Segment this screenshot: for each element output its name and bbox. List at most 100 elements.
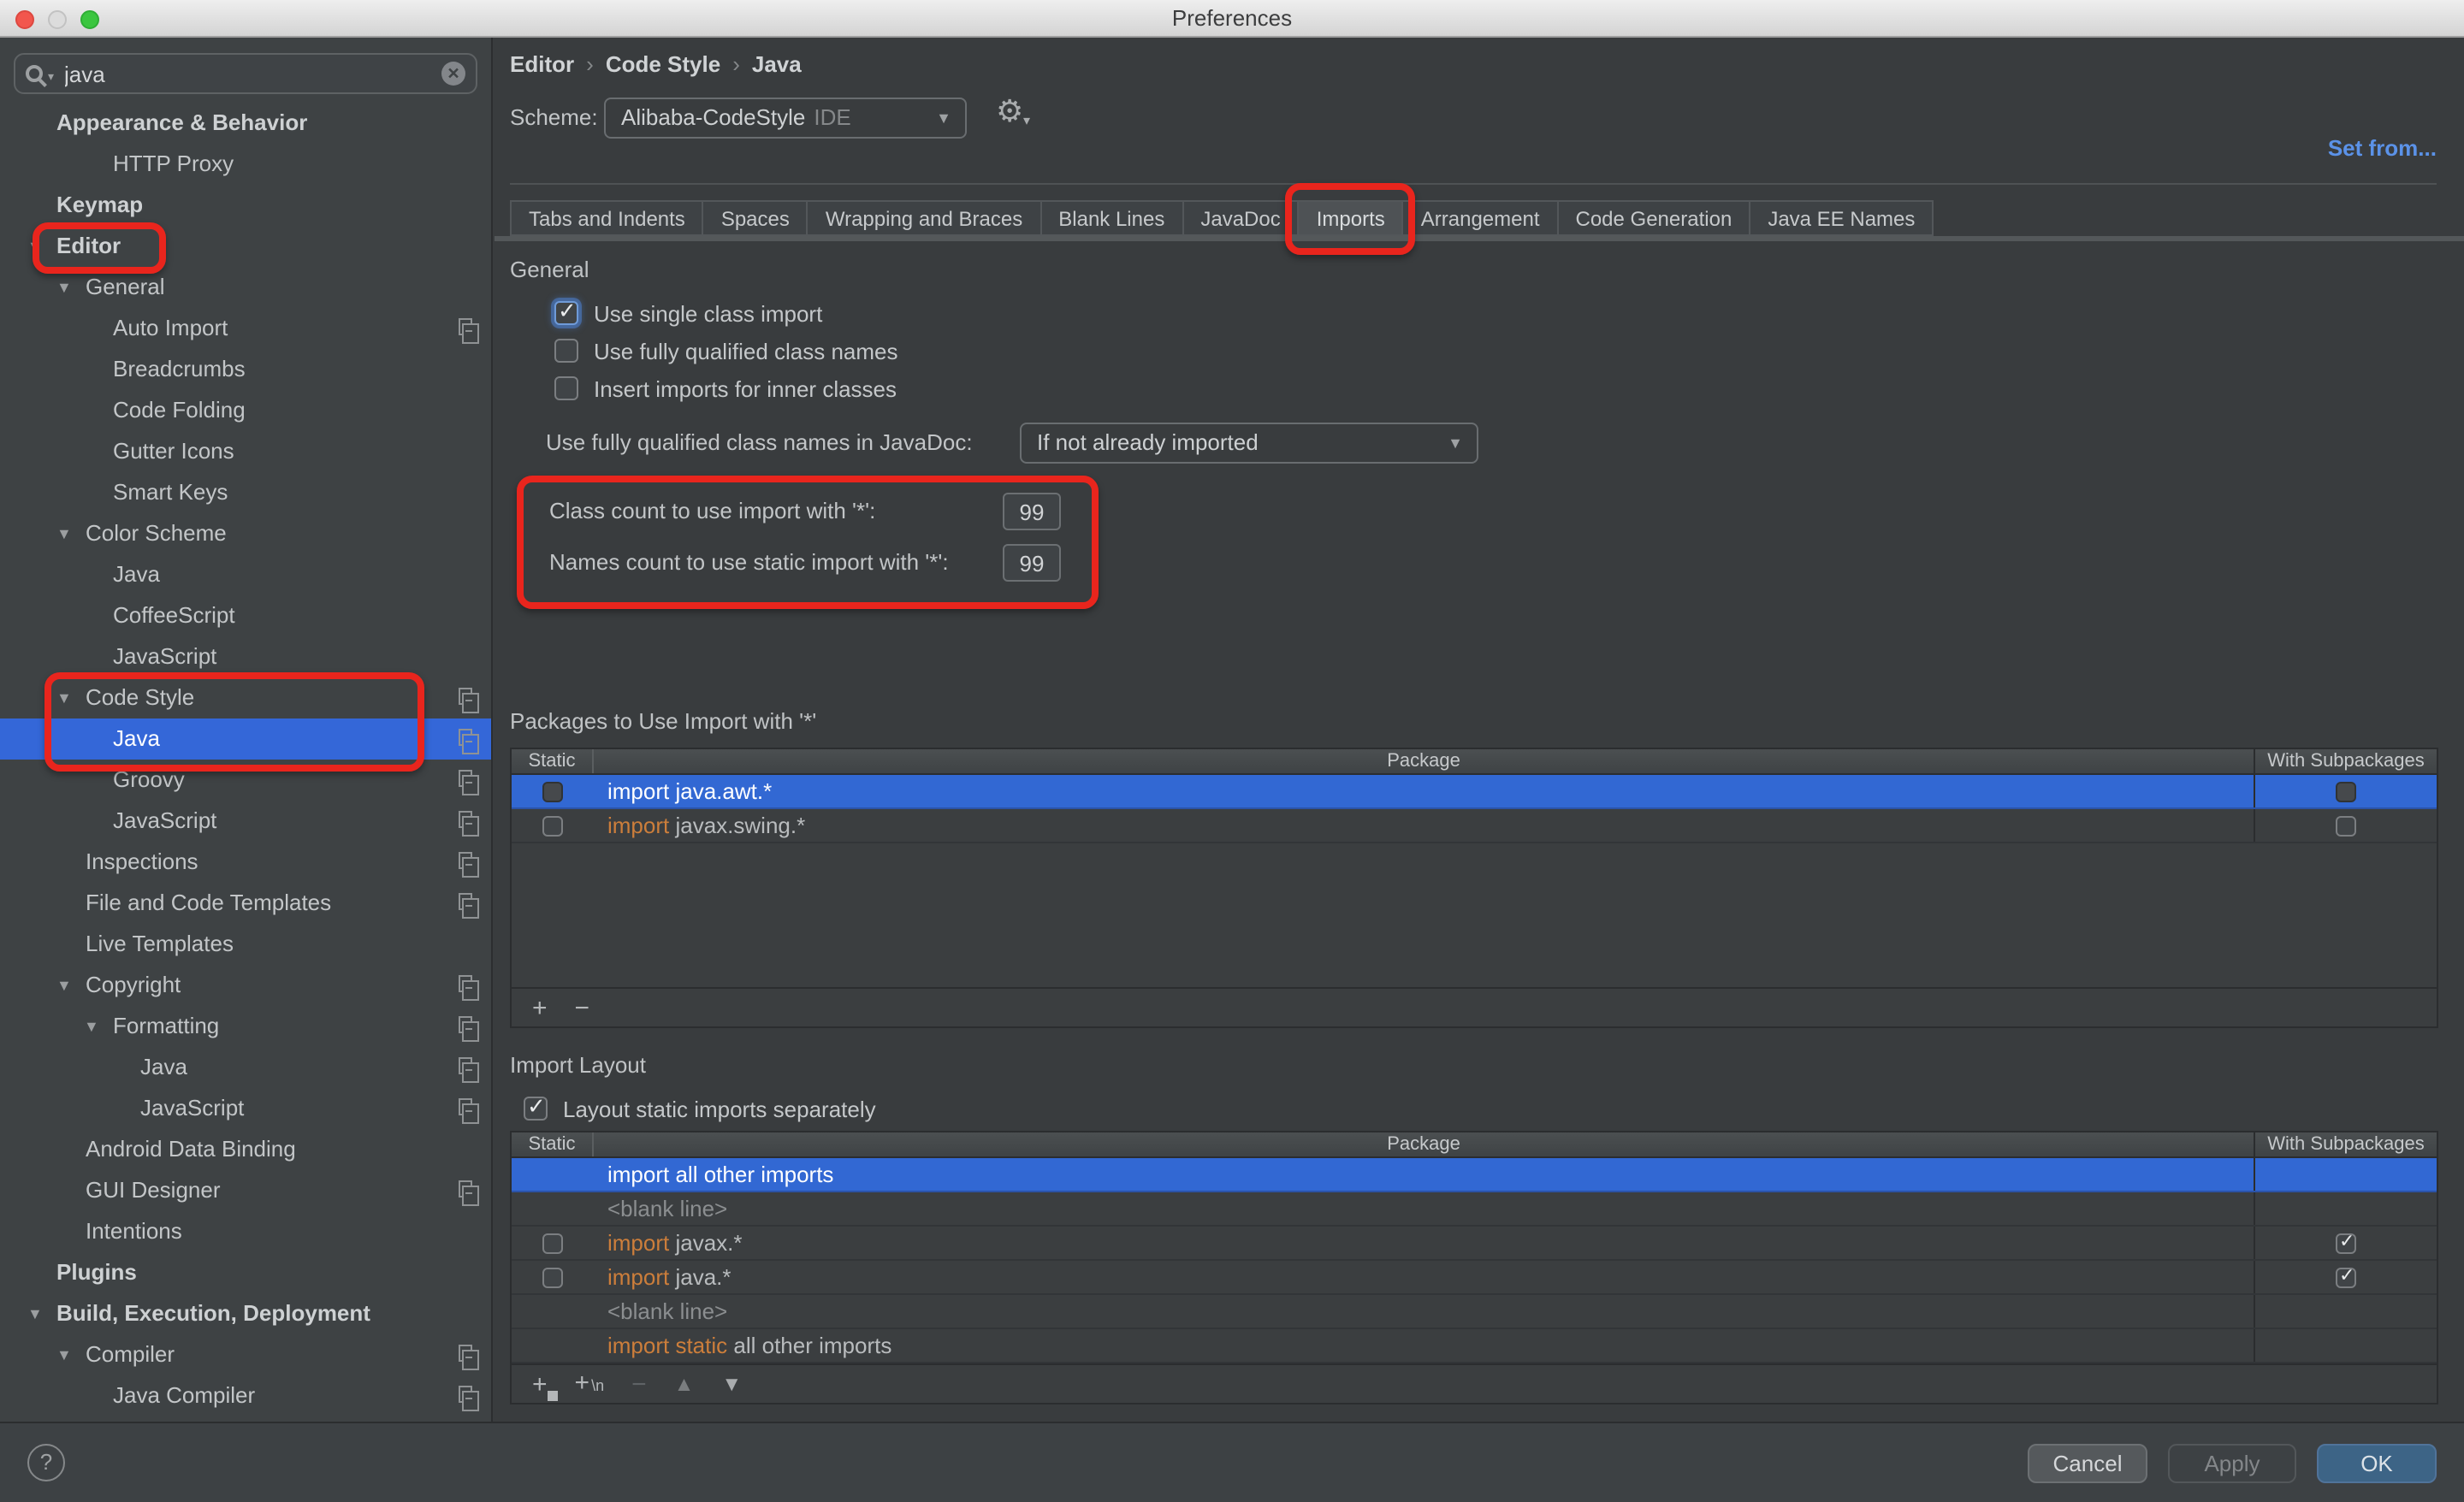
general-checkbox-row[interactable]: Insert imports for inner classes bbox=[554, 370, 897, 407]
cancel-button[interactable]: Cancel bbox=[2028, 1444, 2147, 1483]
sidebar-item-gui-designer[interactable]: GUI Designer bbox=[0, 1170, 491, 1211]
sidebar-item-compiler[interactable]: ▼Compiler bbox=[0, 1334, 491, 1375]
sidebar-item-copyright[interactable]: ▼Copyright bbox=[0, 965, 491, 1006]
move-up-icon[interactable]: ▲ bbox=[674, 1371, 695, 1397]
sidebar-item-general[interactable]: ▼General bbox=[0, 267, 491, 308]
class-count-input[interactable] bbox=[1003, 493, 1061, 530]
sidebar-item-android-data-binding[interactable]: Android Data Binding bbox=[0, 1129, 491, 1170]
breadcrumb-item[interactable]: Editor bbox=[510, 51, 574, 77]
tree-expand-arrow-icon[interactable]: ▼ bbox=[84, 1006, 99, 1047]
tree-expand-arrow-icon[interactable]: ▼ bbox=[56, 513, 72, 554]
tab-arrangement[interactable]: Arrangement bbox=[1402, 200, 1559, 236]
sidebar-item-appearance-behavior[interactable]: Appearance & Behavior bbox=[0, 103, 491, 144]
sidebar-item-java[interactable]: Java bbox=[0, 1047, 491, 1088]
static-checkbox[interactable] bbox=[542, 1267, 563, 1287]
remove-icon[interactable]: − bbox=[575, 995, 590, 1020]
sidebar-item-groovy[interactable]: Groovy bbox=[0, 760, 491, 801]
breadcrumb-item[interactable]: Code Style bbox=[606, 51, 720, 77]
use-fully-qualified-class-names-checkbox[interactable] bbox=[554, 339, 578, 363]
help-button[interactable]: ? bbox=[27, 1444, 65, 1481]
settings-search-box[interactable]: ▾ ✕ bbox=[14, 53, 477, 94]
window-title: Preferences bbox=[0, 0, 2464, 38]
remove-icon[interactable]: − bbox=[631, 1371, 647, 1397]
general-checkbox-row[interactable]: Use fully qualified class names bbox=[554, 332, 898, 370]
sidebar-item-breadcrumbs[interactable]: Breadcrumbs bbox=[0, 349, 491, 390]
names-count-input[interactable] bbox=[1003, 544, 1061, 582]
tab-imports[interactable]: Imports bbox=[1298, 200, 1404, 236]
static-checkbox[interactable] bbox=[542, 815, 563, 836]
scheme-gear-icon[interactable]: ⚙ bbox=[996, 94, 1023, 130]
tab-tabs-and-indents[interactable]: Tabs and Indents bbox=[510, 200, 704, 236]
tree-expand-arrow-icon[interactable]: ▼ bbox=[56, 267, 72, 308]
use-single-class-import-checkbox[interactable] bbox=[554, 301, 578, 325]
table-row[interactable]: import java.awt.* bbox=[512, 775, 2437, 809]
set-from-link[interactable]: Set from... bbox=[2328, 135, 2437, 161]
table-row[interactable]: import all other imports bbox=[512, 1158, 2437, 1192]
sidebar-item-label: Plugins bbox=[0, 1252, 137, 1293]
sidebar-item-code-style[interactable]: ▼Code Style bbox=[0, 677, 491, 718]
table-row[interactable]: import javax.swing.* bbox=[512, 809, 2437, 843]
sidebar-item-code-folding[interactable]: Code Folding bbox=[0, 390, 491, 431]
add-package-icon[interactable]: + bbox=[532, 1371, 548, 1397]
sidebar-item-keymap[interactable]: Keymap bbox=[0, 185, 491, 226]
sidebar-item-javascript[interactable]: JavaScript bbox=[0, 1088, 491, 1129]
apply-button[interactable]: Apply bbox=[2168, 1444, 2296, 1483]
sidebar-item-editor[interactable]: ▼Editor bbox=[0, 226, 491, 267]
table-row[interactable]: import static all other imports bbox=[512, 1329, 2437, 1363]
insert-imports-for-inner-classes-checkbox[interactable] bbox=[554, 376, 578, 400]
sidebar-item-coffeescript[interactable]: CoffeeScript bbox=[0, 595, 491, 636]
tree-expand-arrow-icon[interactable]: ▼ bbox=[56, 965, 72, 1006]
tab-wrapping-and-braces[interactable]: Wrapping and Braces bbox=[807, 200, 1041, 236]
sidebar-item-build-execution-deployment[interactable]: ▼Build, Execution, Deployment bbox=[0, 1293, 491, 1334]
javadoc-select[interactable]: If not already imported ▼ bbox=[1020, 423, 1478, 464]
static-checkbox[interactable] bbox=[542, 781, 563, 801]
ok-button[interactable]: OK bbox=[2317, 1444, 2437, 1483]
table-row[interactable]: <blank line> bbox=[512, 1192, 2437, 1227]
with-subpackages-checkbox[interactable] bbox=[2336, 815, 2356, 836]
sidebar-item-intentions[interactable]: Intentions bbox=[0, 1211, 491, 1252]
tree-expand-arrow-icon[interactable]: ▼ bbox=[27, 226, 43, 267]
tree-expand-arrow-icon[interactable]: ▼ bbox=[56, 1334, 72, 1375]
with-subpackages-checkbox[interactable] bbox=[2336, 781, 2356, 801]
search-options-chevron-icon[interactable]: ▾ bbox=[48, 70, 54, 84]
sidebar-item-java-compiler[interactable]: Java Compiler bbox=[0, 1375, 491, 1416]
search-input[interactable] bbox=[64, 61, 441, 86]
tab-javadoc[interactable]: JavaDoc bbox=[1182, 200, 1299, 236]
sidebar-item-plugins[interactable]: Plugins bbox=[0, 1252, 491, 1293]
sidebar-item-label: File and Code Templates bbox=[0, 883, 331, 924]
search-icon[interactable] bbox=[26, 65, 43, 82]
sidebar-item-color-scheme[interactable]: ▼Color Scheme bbox=[0, 513, 491, 554]
general-checkbox-row[interactable]: Use single class import bbox=[554, 294, 822, 332]
sidebar-item-live-templates[interactable]: Live Templates bbox=[0, 924, 491, 965]
move-down-icon[interactable]: ▼ bbox=[721, 1371, 742, 1397]
sidebar-item-java[interactable]: Java bbox=[0, 554, 491, 595]
sidebar-item-inspections[interactable]: Inspections bbox=[0, 842, 491, 883]
clear-search-icon[interactable]: ✕ bbox=[441, 62, 465, 86]
tree-expand-arrow-icon[interactable]: ▼ bbox=[56, 677, 72, 718]
static-checkbox[interactable] bbox=[542, 1233, 563, 1253]
with-subpackages-checkbox[interactable] bbox=[2336, 1267, 2356, 1287]
sidebar-item-http-proxy[interactable]: HTTP Proxy bbox=[0, 144, 491, 185]
table-row[interactable]: import javax.* bbox=[512, 1227, 2437, 1261]
sidebar-item-javascript[interactable]: JavaScript bbox=[0, 801, 491, 842]
layout-static-checkbox-row[interactable]: Layout static imports separately bbox=[524, 1090, 876, 1127]
tab-spaces[interactable]: Spaces bbox=[702, 200, 808, 236]
table-row[interactable]: import java.* bbox=[512, 1261, 2437, 1295]
sidebar-item-file-and-code-templates[interactable]: File and Code Templates bbox=[0, 883, 491, 924]
table-row[interactable]: <blank line> bbox=[512, 1295, 2437, 1329]
tree-expand-arrow-icon[interactable]: ▼ bbox=[27, 1293, 43, 1334]
sidebar-item-auto-import[interactable]: Auto Import bbox=[0, 308, 491, 349]
tab-blank-lines[interactable]: Blank Lines bbox=[1040, 200, 1183, 236]
tab-java-ee-names[interactable]: Java EE Names bbox=[1749, 200, 1934, 236]
add-icon[interactable]: + bbox=[532, 995, 548, 1020]
tab-code-generation[interactable]: Code Generation bbox=[1557, 200, 1751, 236]
sidebar-item-gutter-icons[interactable]: Gutter Icons bbox=[0, 431, 491, 472]
sidebar-item-javascript[interactable]: JavaScript bbox=[0, 636, 491, 677]
add-blank-line-icon[interactable]: +\n bbox=[575, 1369, 605, 1399]
scheme-select[interactable]: Alibaba-CodeStyleIDE ▼ bbox=[604, 98, 967, 139]
sidebar-item-smart-keys[interactable]: Smart Keys bbox=[0, 472, 491, 513]
sidebar-item-formatting[interactable]: ▼Formatting bbox=[0, 1006, 491, 1047]
sidebar-item-java[interactable]: Java bbox=[0, 718, 491, 760]
with-subpackages-checkbox[interactable] bbox=[2336, 1233, 2356, 1253]
layout-static-checkbox[interactable] bbox=[524, 1097, 548, 1121]
